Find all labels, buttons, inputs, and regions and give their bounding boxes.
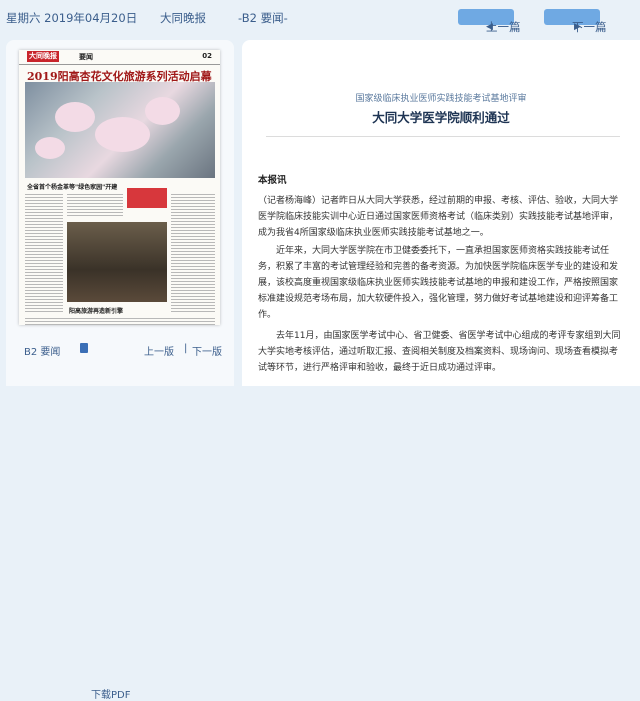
separator: | (184, 343, 188, 354)
text-column (25, 192, 63, 312)
text-column (67, 192, 123, 218)
article-lead: 本报讯 (258, 175, 287, 186)
masthead: 大同晚报 要闻 02 (19, 50, 220, 65)
article-paragraph: 去年11月，由国家医学考试中心、省卫健委、省医学考试中心组成的考评专家组到大同 … (258, 331, 621, 373)
article-paragraph: （记者杨海峰）记者昨日从大同大学获悉，经过前期的申报、考核、评估、验收，大同大学… (258, 196, 619, 238)
article-paragraph: 近年来，大同大学医学院在市卫健委委托下，一直承担国家医师资格实践技能考试任 务，… (258, 246, 619, 320)
page-link[interactable]: B2 要闻 (24, 343, 60, 358)
thumbnail-subhead[interactable]: 全省首个杨金革等"绿色家园"开建 (27, 182, 117, 191)
prev-page-link[interactable]: 上一版 (144, 343, 174, 358)
issue-date: 星期六 2019年04月20日 (6, 11, 138, 25)
newspaper-page-thumbnail[interactable]: 大同晚报 要闻 02 2019阳高杏花文化旅游系列活动启幕 全省首个杨金革等"绿… (19, 50, 220, 325)
next-page-link[interactable]: 下一版 (192, 343, 222, 358)
article-panel: 国家级临床执业医师实践技能考试基地评审 大同大学医学院顺利通过 本报讯 （记者杨… (242, 40, 640, 386)
text-column (171, 192, 215, 312)
download-pdf-link[interactable]: 下载PDF (80, 343, 130, 701)
text-column (25, 316, 215, 325)
page-number: 02 (202, 52, 212, 60)
top-bar: 星期六 2019年04月20日 大同晚报 -B2 要闻- ◀ 上一篇 下一篇 ▶ (0, 0, 640, 34)
divider (266, 136, 620, 137)
paper-name: 大同晚报 (160, 11, 206, 25)
masthead-section: 要闻 (79, 53, 93, 61)
blossom-photo[interactable] (25, 82, 215, 178)
article-title: 大同大学医学院顺利通过 (372, 110, 510, 125)
article-subtitle: 国家级临床执业医师实践技能考试基地评审 (355, 94, 527, 104)
next-article-button[interactable]: 下一篇 ▶ (544, 9, 607, 34)
section-label: -B2 要闻- (238, 11, 288, 25)
newspaper-logo: 大同晚报 (27, 51, 59, 62)
arrow-right-icon: ▶ (574, 22, 581, 32)
red-banner (127, 188, 167, 208)
pdf-icon (80, 343, 88, 353)
thumbnail-subhead-2[interactable]: 阳高旅游再造新引擎 (69, 306, 123, 315)
landscape-photo[interactable] (67, 222, 167, 302)
prev-article-button[interactable]: ◀ 上一篇 (458, 9, 521, 34)
